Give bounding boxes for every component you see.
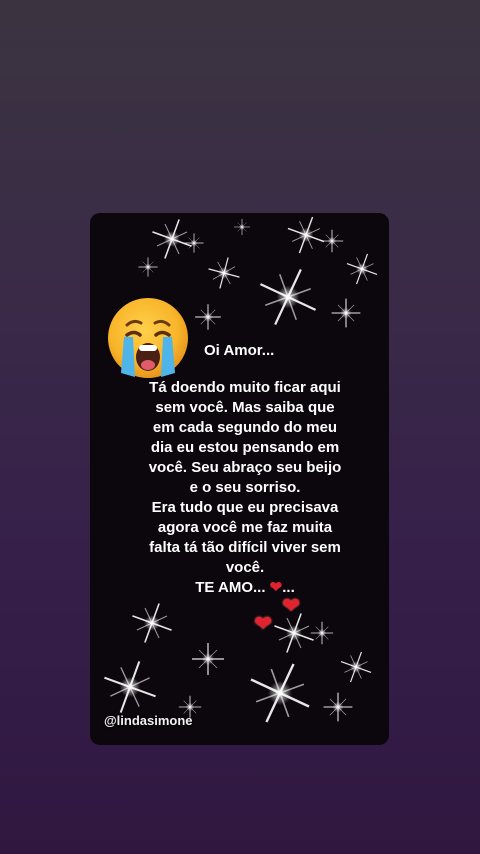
closing-text: TE AMO... <box>195 579 266 596</box>
message-line: dia eu estou pensando em <box>150 439 340 456</box>
message-line: Tá doendo muito ficar aqui <box>149 379 341 396</box>
username-handle[interactable]: @lindasimone <box>104 713 193 728</box>
closing-line: TE AMO... ❤... <box>136 578 354 598</box>
message-line: você. <box>225 559 265 576</box>
heart-icon: ❤ <box>269 579 283 596</box>
message-line: agora você me faz muita <box>157 519 333 536</box>
message-text: Tá doendo muito ficar aqui sem você. Mas… <box>136 378 354 598</box>
crying-face-icon <box>108 298 188 378</box>
story-card: Oi Amor... Tá doendo muito ficar aqui se… <box>90 213 389 745</box>
message-line: em cada segundo do meu <box>152 419 338 436</box>
message-line: Era tudo que eu precisava <box>151 499 339 516</box>
message-line: falta tá tão difícil viver sem <box>149 539 341 556</box>
message-line: e o seu sorriso. <box>189 479 301 496</box>
message-line: sem você. Mas saiba que <box>155 399 335 416</box>
heart-icon: ❤ <box>282 593 301 618</box>
heart-icon: ❤ <box>254 611 273 636</box>
greeting-text: Oi Amor... <box>204 342 275 359</box>
message-line: você. Seu abraço seu beijo <box>148 459 342 476</box>
